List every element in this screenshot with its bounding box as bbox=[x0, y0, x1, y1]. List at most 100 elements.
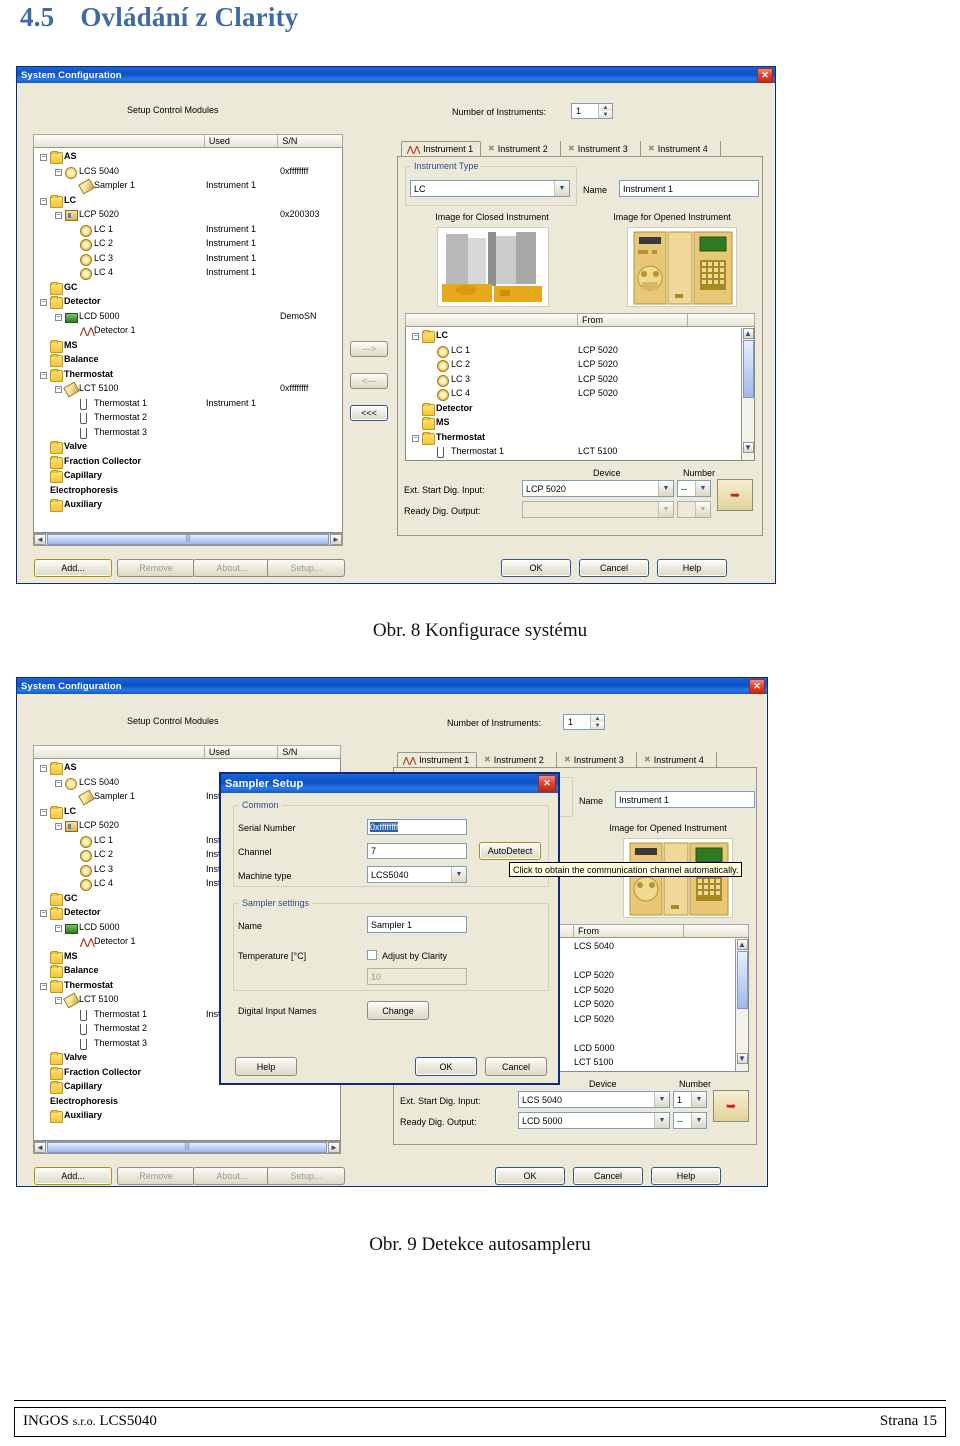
chevron-down-icon[interactable]: ▼ bbox=[654, 1113, 669, 1128]
tree-row[interactable]: LC 1 LCP 5020 bbox=[406, 344, 754, 359]
transfer-left-button[interactable]: <--- bbox=[350, 373, 388, 389]
tree-row[interactable]: Electrophoresis bbox=[34, 484, 342, 499]
about-button[interactable]: About... bbox=[193, 1167, 271, 1185]
tab-instrument-1[interactable]: ⋀⋀ Instrument 1 bbox=[401, 141, 481, 156]
expander-icon[interactable]: − bbox=[412, 434, 419, 442]
module-tree-hscrollbar[interactable]: ◄ ||| ► bbox=[33, 1141, 341, 1154]
sampler-ok-button[interactable]: OK bbox=[415, 1057, 477, 1076]
tree-row[interactable]: LC 2 LCP 5020 bbox=[406, 358, 754, 373]
tree-row[interactable]: Detector bbox=[406, 402, 754, 417]
tree-row[interactable]: − Thermostat bbox=[406, 431, 754, 446]
sampler-help-button[interactable]: Help bbox=[235, 1057, 297, 1076]
module-tree-hscrollbar[interactable]: ◄ ||| ► bbox=[33, 533, 343, 546]
expander-icon[interactable]: − bbox=[40, 910, 47, 917]
tree-row[interactable]: Thermostat 2 bbox=[34, 411, 342, 426]
tree-row[interactable]: LC 2 Instrument 1 bbox=[34, 237, 342, 252]
tab-instrument-4[interactable]: ✖ Instrument 4 bbox=[643, 141, 721, 156]
serial-number-input[interactable]: 0xffffffff bbox=[367, 819, 467, 835]
add-button[interactable]: Add... bbox=[34, 559, 112, 577]
from-tree[interactable]: − LC LC 1 LCP 5020 LC 2 LCP 5020 LC 3 LCP 5020 L… bbox=[405, 327, 755, 461]
tree-row[interactable]: − LC bbox=[34, 194, 342, 209]
chevron-down-icon[interactable]: ▼ bbox=[691, 1113, 706, 1128]
close-icon[interactable]: ✕ bbox=[757, 67, 773, 83]
remove-button[interactable]: Remove bbox=[117, 1167, 195, 1185]
help-button[interactable]: Help bbox=[657, 559, 727, 577]
tab-instrument-4[interactable]: ✖ Instrument 4 bbox=[639, 752, 717, 767]
scroll-up-icon[interactable]: ▲ bbox=[742, 328, 754, 339]
module-tree[interactable]: −AS−LCS 50400xffffffffSampler 1Instrumen… bbox=[33, 148, 343, 533]
transfer-right-button[interactable]: ---> bbox=[350, 341, 388, 357]
transfer-all-left-button[interactable]: <<< bbox=[350, 405, 388, 421]
configure-digital-io-button[interactable]: ➥ bbox=[713, 1090, 749, 1122]
ext-start-device-combo[interactable]: LCP 5020 ▼ bbox=[522, 480, 674, 497]
scroll-thumb[interactable]: ||| bbox=[47, 534, 329, 545]
expander-icon[interactable]: − bbox=[55, 212, 62, 219]
scroll-right-icon[interactable]: ► bbox=[330, 534, 342, 545]
chevron-down-icon[interactable]: ▼ bbox=[695, 481, 710, 496]
setup-button[interactable]: Setup... bbox=[267, 559, 345, 577]
tree-row[interactable]: − Thermostat bbox=[34, 368, 342, 383]
expander-icon[interactable]: − bbox=[55, 168, 62, 176]
expander-icon[interactable]: − bbox=[40, 982, 47, 990]
tree-row[interactable]: Auxiliary bbox=[34, 1109, 340, 1124]
ext-start-number-combo[interactable]: 1 ▼ bbox=[673, 1091, 707, 1108]
tree-row[interactable]: MS bbox=[34, 339, 342, 354]
ready-out-device-combo[interactable]: ▼ bbox=[522, 501, 674, 518]
sampler-setup-dialog[interactable]: Sampler Setup ✕ Common Serial Number 0xf… bbox=[219, 772, 560, 1085]
scroll-right-icon[interactable]: ► bbox=[328, 1142, 340, 1153]
add-button[interactable]: Add... bbox=[34, 1167, 112, 1185]
tree-row[interactable]: Balance bbox=[34, 353, 342, 368]
chevron-down-icon[interactable]: ▼ bbox=[691, 1092, 706, 1107]
instrument-name-input[interactable]: Instrument 1 bbox=[619, 180, 759, 197]
tree-row[interactable]: MS bbox=[406, 416, 754, 431]
tab-instrument-1[interactable]: ⋀⋀ Instrument 1 bbox=[397, 752, 477, 767]
tab-instrument-2[interactable]: ✖ Instrument 2 bbox=[483, 141, 561, 156]
expander-icon[interactable]: − bbox=[55, 997, 62, 1004]
number-of-instruments-stepper[interactable]: 1 ▲ ▼ bbox=[571, 103, 613, 119]
chevron-down-icon[interactable]: ▼ bbox=[695, 502, 710, 517]
ext-start-device-combo[interactable]: LCS 5040 ▼ bbox=[518, 1091, 670, 1108]
tree-row[interactable]: Capillary bbox=[34, 469, 342, 484]
spinner-arrows[interactable]: ▲ ▼ bbox=[590, 715, 604, 729]
chevron-down-icon[interactable]: ▼ bbox=[658, 481, 673, 496]
cancel-button[interactable]: Cancel bbox=[579, 559, 649, 577]
number-of-instruments-stepper[interactable]: 1 ▲ ▼ bbox=[563, 714, 605, 730]
tree-row[interactable]: Thermostat 3 bbox=[34, 426, 342, 441]
remove-button[interactable]: Remove bbox=[117, 559, 195, 577]
expander-icon[interactable]: − bbox=[55, 313, 62, 321]
tree-row[interactable]: Sampler 1 Instrument 1 bbox=[34, 178, 342, 195]
from-tree-vscrollbar[interactable]: ▲ ▼ bbox=[741, 328, 754, 460]
chevron-down-icon[interactable]: ▼ bbox=[554, 181, 569, 196]
chevron-down-icon[interactable]: ▼ bbox=[658, 502, 673, 517]
tree-row[interactable]: LC 4 Instrument 1 bbox=[34, 266, 342, 281]
tree-row[interactable]: Thermostat 1 Instrument 1 bbox=[34, 397, 342, 412]
scroll-thumb[interactable] bbox=[742, 340, 754, 398]
close-icon[interactable]: ✕ bbox=[749, 678, 765, 694]
temperature-input[interactable]: 10 bbox=[367, 968, 467, 985]
expander-icon[interactable]: − bbox=[55, 386, 62, 393]
tree-row[interactable]: − LCD 5000 DemoSN bbox=[34, 310, 342, 325]
scroll-down-icon[interactable]: ▼ bbox=[742, 442, 754, 453]
scroll-left-icon[interactable]: ◄ bbox=[34, 1142, 46, 1153]
tree-row[interactable]: Auxiliary bbox=[34, 498, 342, 513]
instrument-name-input[interactable]: Instrument 1 bbox=[615, 791, 755, 808]
tree-row[interactable]: LC 3 Instrument 1 bbox=[34, 252, 342, 267]
tab-instrument-3[interactable]: ✖ Instrument 3 bbox=[559, 752, 637, 767]
tree-row[interactable]: − Detector bbox=[34, 295, 342, 310]
setup-button[interactable]: Setup... bbox=[267, 1167, 345, 1185]
tree-row[interactable]: ⋀⋀ Detector 1 bbox=[34, 324, 342, 339]
scroll-up-icon[interactable]: ▲ bbox=[736, 939, 748, 950]
tree-row[interactable]: Thermostat 1 LCT 5100 bbox=[406, 445, 754, 460]
change-digital-input-names-button[interactable]: Change bbox=[367, 1001, 429, 1020]
scroll-down-icon[interactable]: ▼ bbox=[736, 1053, 748, 1064]
sampler-name-input[interactable]: Sampler 1 bbox=[367, 916, 467, 933]
help-button[interactable]: Help bbox=[651, 1167, 721, 1185]
about-button[interactable]: About... bbox=[193, 559, 271, 577]
cancel-button[interactable]: Cancel bbox=[573, 1167, 643, 1185]
from-tree-vscrollbar[interactable]: ▲ ▼ bbox=[735, 939, 748, 1071]
tree-row[interactable]: − LCT 5100 0xffffffff bbox=[34, 381, 342, 398]
ok-button[interactable]: OK bbox=[501, 559, 571, 577]
ok-button[interactable]: OK bbox=[495, 1167, 565, 1185]
chevron-down-icon[interactable]: ▼ bbox=[451, 867, 466, 882]
tree-row[interactable]: Fraction Collector bbox=[34, 455, 342, 470]
